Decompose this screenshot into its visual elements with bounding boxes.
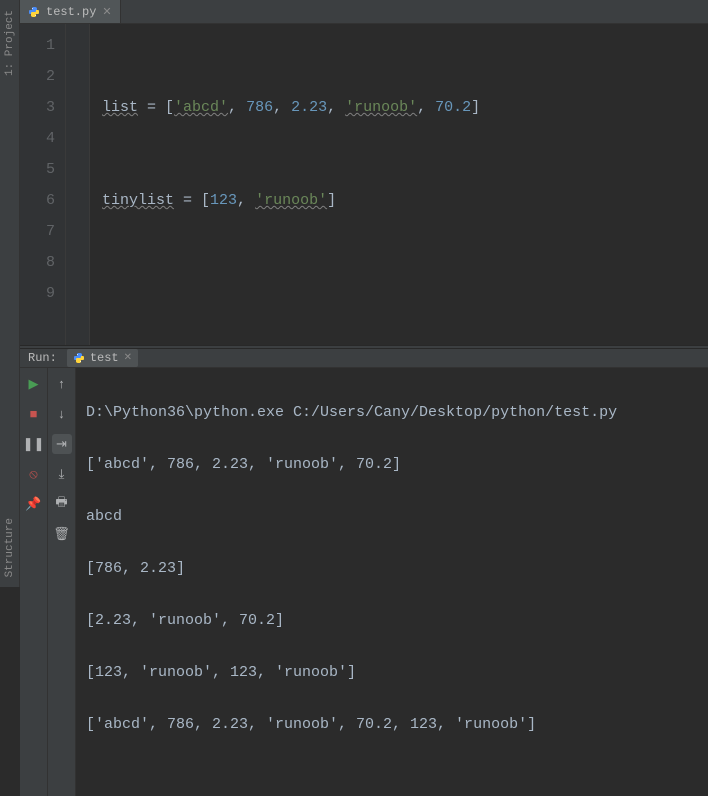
tab-filename: test.py <box>46 5 96 19</box>
tab-test-py[interactable]: test.py ✕ <box>20 0 121 23</box>
line-number: 9 <box>20 278 55 309</box>
run-toolbar-right: ↑ ↓ ⇥ ⤓ 🖶 🗑 <box>48 368 76 796</box>
left-tool-gutter: 1: Project Structure <box>0 0 20 587</box>
editor-tabs: test.py ✕ <box>20 0 708 24</box>
line-number: 5 <box>20 154 55 185</box>
python-file-icon <box>73 352 85 364</box>
gutter-fold <box>66 24 90 345</box>
run-body: ▶ ■ ❚❚ ⦸ 📌 ↑ ↓ ⇥ ⤓ 🖶 🗑 D:\Python36\pytho… <box>20 368 708 796</box>
console-line: D:\Python36\python.exe C:/Users/Cany/Des… <box>86 400 698 426</box>
print-button[interactable]: 🖶 <box>52 494 72 514</box>
line-number: 7 <box>20 216 55 247</box>
console-line: ['abcd', 786, 2.23, 'runoob', 70.2] <box>86 452 698 478</box>
run-toolbar-left: ▶ ■ ❚❚ ⦸ 📌 <box>20 368 48 796</box>
clear-button[interactable]: 🗑 <box>52 524 72 544</box>
sidebar-label: 1: Project <box>4 10 16 76</box>
code-area[interactable]: list = ['abcd', 786, 2.23, 'runoob', 70.… <box>90 24 708 345</box>
close-icon[interactable]: ✕ <box>102 5 111 19</box>
line-number: 3 <box>20 92 55 123</box>
project-tool-button[interactable]: 1: Project <box>4 10 16 76</box>
close-icon[interactable]: ✕ <box>124 352 132 364</box>
console-line: [2.23, 'runoob', 70.2] <box>86 608 698 634</box>
line-number: 8 <box>20 247 55 278</box>
console-line: [123, 'runoob', 123, 'runoob'] <box>86 660 698 686</box>
rerun-button[interactable]: ▶ <box>24 374 44 394</box>
scroll-to-end-button[interactable]: ⤓ <box>52 464 72 484</box>
run-config-name: test <box>90 351 119 365</box>
pin-button[interactable]: 📌 <box>24 494 44 514</box>
console-line: ['abcd', 786, 2.23, 'runoob', 70.2, 123,… <box>86 712 698 738</box>
pause-button[interactable]: ❚❚ <box>24 434 44 454</box>
structure-tool-button[interactable]: Structure <box>4 518 16 577</box>
python-file-icon <box>28 6 40 18</box>
console-line: [786, 2.23] <box>86 556 698 582</box>
line-number: 6 <box>20 185 55 216</box>
stop-button[interactable]: ■ <box>24 404 44 424</box>
down-icon[interactable]: ↓ <box>52 404 72 424</box>
console-line: abcd <box>86 504 698 530</box>
line-number: 4 <box>20 123 55 154</box>
run-panel: Run: test ✕ ▶ ■ ❚❚ ⦸ 📌 ↑ ↓ ⇥ ⤓ <box>20 349 708 587</box>
run-config-tab[interactable]: test ✕ <box>67 349 138 367</box>
line-number: 1 <box>20 30 55 61</box>
main-area: test.py ✕ 1 2 3 4 5 6 7 8 9 list = ['abc… <box>20 0 708 587</box>
run-label: Run: <box>28 351 57 365</box>
console-output[interactable]: D:\Python36\python.exe C:/Users/Cany/Des… <box>76 368 708 796</box>
sidebar-label: Structure <box>4 518 16 577</box>
exit-button[interactable]: ⦸ <box>24 464 44 484</box>
code-editor[interactable]: 1 2 3 4 5 6 7 8 9 list = ['abcd', 786, 2… <box>20 24 708 345</box>
run-header: Run: test ✕ <box>20 349 708 368</box>
up-icon[interactable]: ↑ <box>52 374 72 394</box>
gutter-line-numbers: 1 2 3 4 5 6 7 8 9 <box>20 24 66 345</box>
line-number: 2 <box>20 61 55 92</box>
soft-wrap-button[interactable]: ⇥ <box>52 434 72 454</box>
